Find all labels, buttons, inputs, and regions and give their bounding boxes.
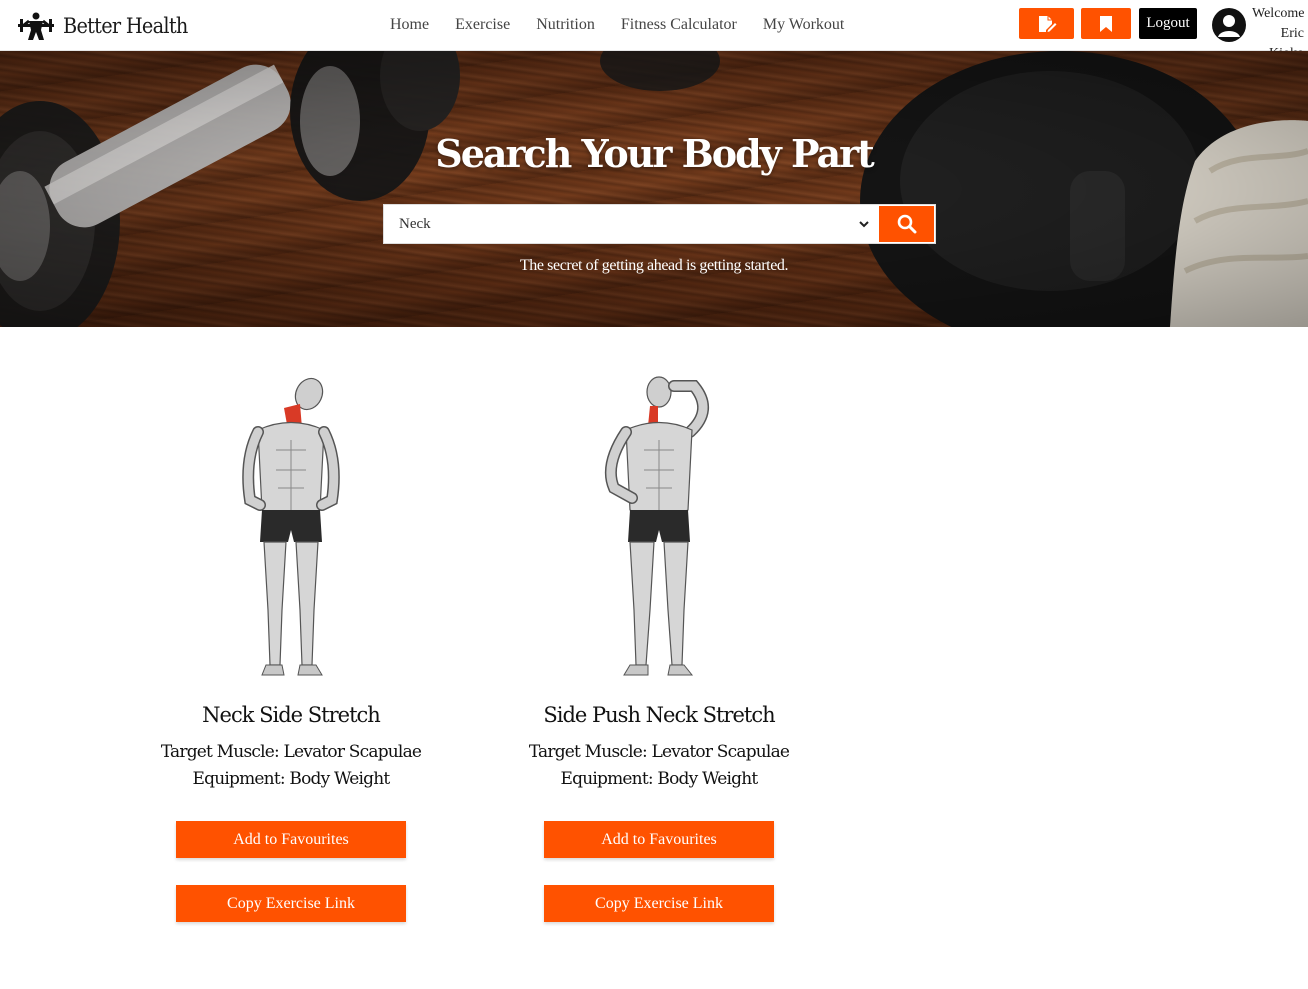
bodybuilder-logo-icon [18,12,54,40]
nav-link-exercise[interactable]: Exercise [455,16,510,34]
nav-link-my-workout[interactable]: My Workout [763,16,845,34]
edit-note-icon [1038,15,1056,32]
hero-tagline: The secret of getting ahead is getting s… [519,257,789,274]
exercise-illustration [242,377,340,676]
add-to-favourites-button[interactable]: Add to Favourites [544,821,774,858]
add-to-favourites-button[interactable]: Add to Favourites [176,821,406,858]
target-muscle: Target Muscle: Levator Scapulae [160,742,422,762]
search-button[interactable] [879,206,934,242]
exercise-illustration [605,376,709,676]
chevron-down-icon [859,221,869,228]
bookmark-icon [1100,15,1112,32]
body-part-search: Neck [383,204,936,244]
equipment: Equipment: Body Weight [560,769,759,789]
nav-link-nutrition[interactable]: Nutrition [536,16,595,34]
main-nav: Home Exercise Nutrition Fitness Calculat… [390,16,870,34]
user-avatar-icon[interactable] [1212,8,1246,42]
hero-banner: Search Your Body Part Neck The secret of… [0,51,1308,327]
navbar: Better Health Home Exercise Nutrition Fi… [0,0,1308,61]
body-part-select[interactable]: Neck [384,205,878,243]
copy-exercise-link-button[interactable]: Copy Exercise Link [544,885,774,922]
brand-name: Better Health [63,14,188,38]
exercise-name: Side Push Neck Stretch [543,703,775,727]
exercise-name: Neck Side Stretch [202,703,381,727]
copy-exercise-link-button[interactable]: Copy Exercise Link [176,885,406,922]
nav-link-fitness-calculator[interactable]: Fitness Calculator [621,16,737,34]
welcome-label: Welcome [1252,6,1305,21]
hero-overlay [0,51,1308,327]
search-icon [897,214,916,234]
hero-title: Search Your Body Part [435,131,874,176]
bookmarks-button[interactable] [1081,8,1131,39]
equipment: Equipment: Body Weight [192,769,391,789]
logout-button[interactable]: Logout [1139,8,1197,39]
notes-button[interactable] [1019,8,1074,39]
brand[interactable]: Better Health [16,10,198,42]
target-muscle: Target Muscle: Levator Scapulae [528,742,790,762]
nav-link-home[interactable]: Home [390,16,429,34]
